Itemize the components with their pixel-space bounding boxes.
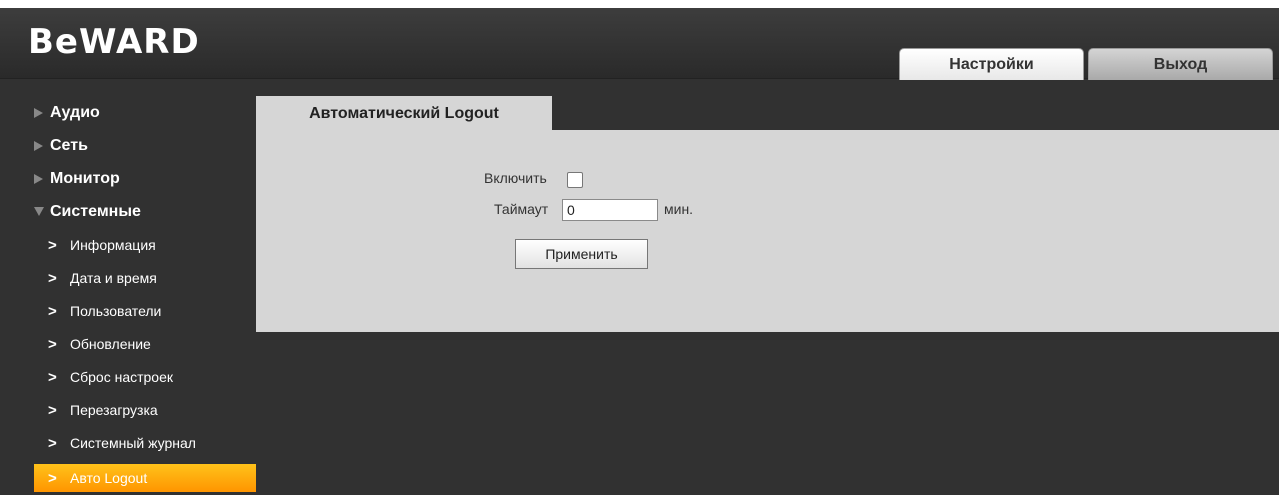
sidebar-category-system[interactable]: Системные	[34, 198, 141, 226]
enable-checkbox[interactable]	[567, 172, 583, 188]
collapsed-arrow-icon	[34, 108, 43, 118]
expanded-arrow-icon	[34, 207, 44, 216]
content-panel	[256, 130, 1279, 332]
chevron-right-icon: >	[48, 335, 57, 353]
enable-label: Включить	[484, 170, 547, 186]
sidebar-item-info[interactable]: > Информация	[34, 231, 256, 259]
sidebar-category-audio[interactable]: Аудио	[34, 99, 100, 127]
chevron-right-icon: >	[48, 434, 57, 452]
header: BeWARD Настройки Выход	[0, 8, 1279, 80]
sidebar-item-users[interactable]: > Пользователи	[34, 297, 256, 325]
beward-logo: BeWARD	[28, 22, 200, 62]
timeout-label: Таймаут	[494, 201, 549, 217]
sidebar-item-update[interactable]: > Обновление	[34, 330, 256, 358]
sidebar-category-monitor[interactable]: Монитор	[34, 165, 120, 193]
timeout-input[interactable]: 0	[562, 199, 658, 221]
chevron-right-icon: >	[48, 236, 57, 254]
timeout-unit: мин.	[664, 201, 694, 217]
sidebar-category-network[interactable]: Сеть	[34, 132, 88, 160]
apply-button[interactable]: Применить	[515, 239, 648, 269]
collapsed-arrow-icon	[34, 141, 43, 151]
chevron-right-icon: >	[48, 401, 57, 419]
chevron-right-icon: >	[48, 469, 57, 487]
sidebar-item-datetime[interactable]: > Дата и время	[34, 264, 256, 292]
tab-exit[interactable]: Выход	[1088, 48, 1273, 80]
sidebar-item-reboot[interactable]: > Перезагрузка	[34, 396, 256, 424]
chevron-right-icon: >	[48, 269, 57, 287]
content-tab-auto-logout[interactable]: Автоматический Logout	[256, 96, 552, 132]
chevron-right-icon: >	[48, 368, 57, 386]
collapsed-arrow-icon	[34, 174, 43, 184]
sidebar-item-syslog[interactable]: > Системный журнал	[34, 429, 256, 457]
tab-settings[interactable]: Настройки	[899, 48, 1084, 80]
chevron-right-icon: >	[48, 302, 57, 320]
app-frame: BeWARD Настройки Выход Аудио Сеть Монито…	[0, 8, 1279, 495]
sidebar-item-auto-logout[interactable]: > Авто Logout	[34, 464, 256, 492]
sidebar-item-reset[interactable]: > Сброс настроек	[34, 363, 256, 391]
